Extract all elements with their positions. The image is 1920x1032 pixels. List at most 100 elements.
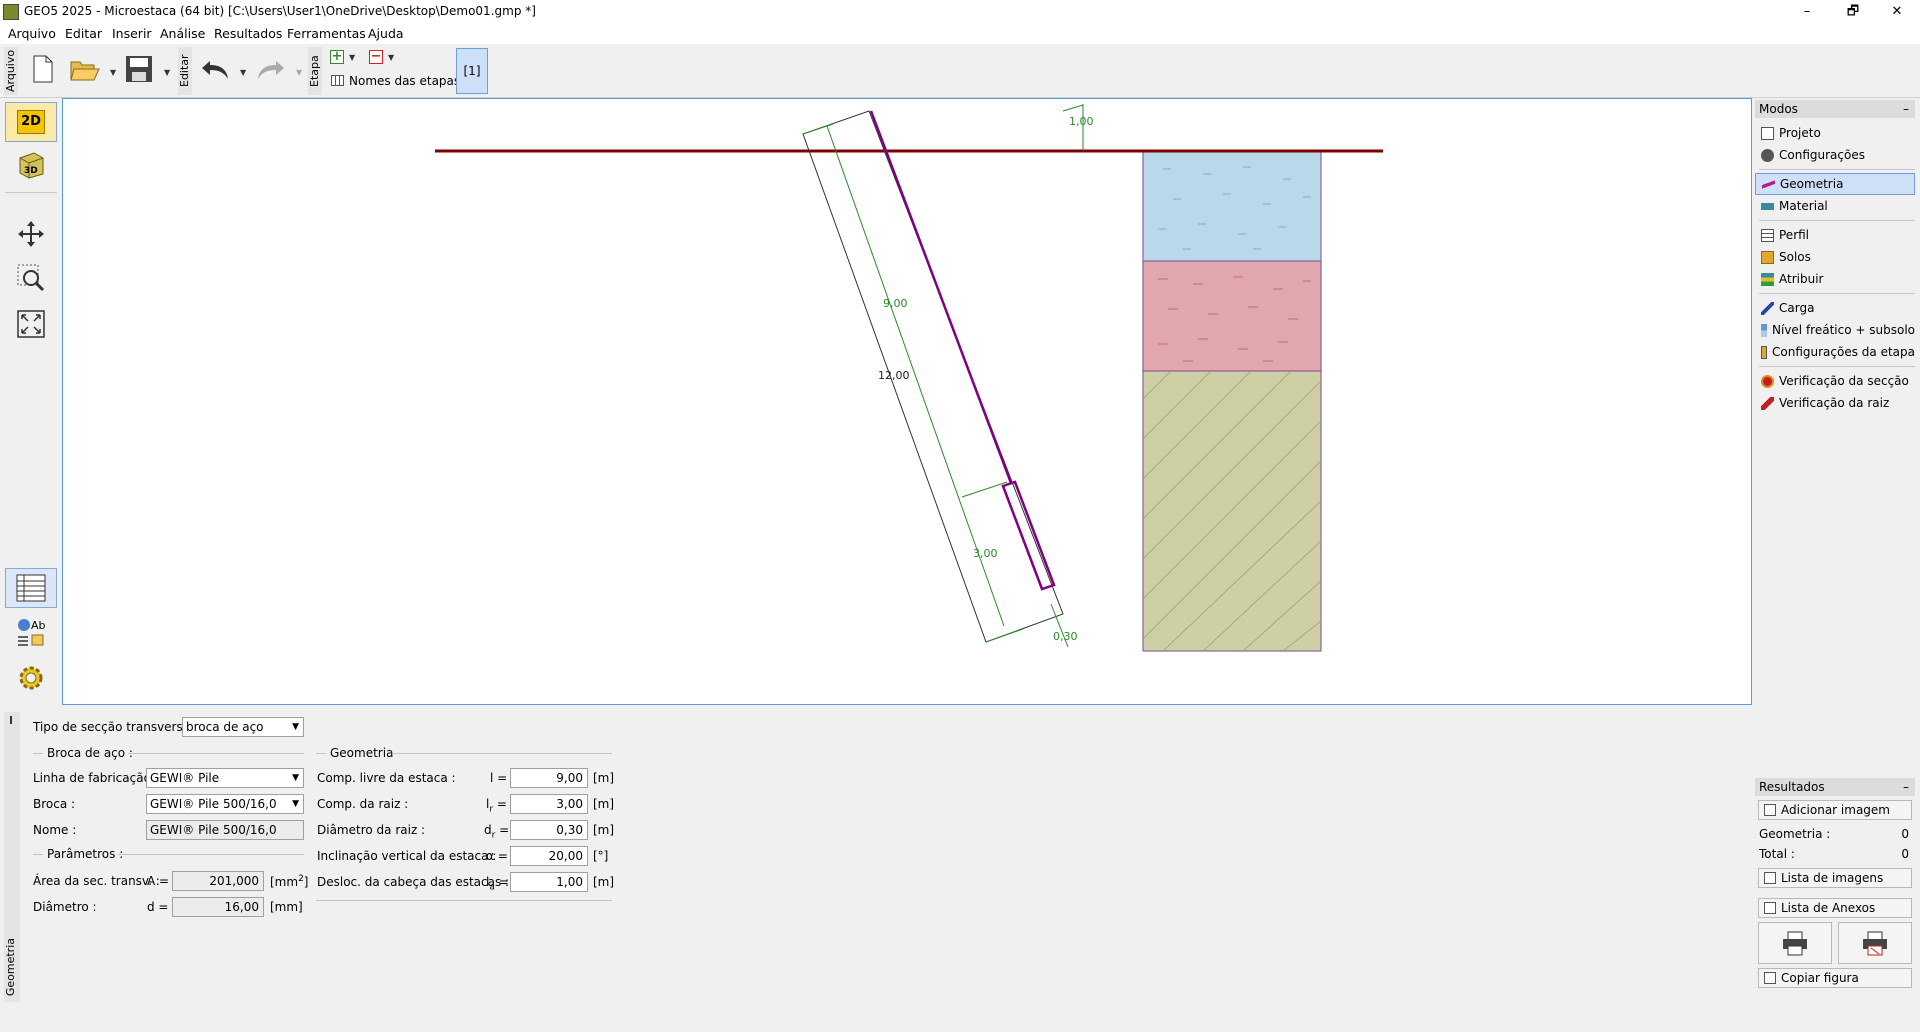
name-field[interactable]: GEWI® Pile 500/16,0 (146, 820, 304, 840)
symbol-eq: = (498, 875, 509, 889)
total-count-label: Total : (1759, 847, 1795, 861)
head-offset-unit: [m] (593, 875, 615, 889)
area-field[interactable]: 201,000 (172, 871, 264, 891)
mode-perfil[interactable]: Perfil (1755, 224, 1915, 246)
bar-label: Broca : (33, 797, 76, 811)
print-button[interactable] (1758, 922, 1832, 964)
mode-label: Verificação da secção (1779, 374, 1909, 388)
root-length-input[interactable]: 3,00 (510, 794, 588, 814)
open-dropdown-icon[interactable]: ▼ (110, 68, 116, 77)
mode-geometria[interactable]: Geometria (1755, 173, 1915, 195)
toolbar-tab-file[interactable]: Arquivo (4, 47, 18, 95)
section-type-select[interactable]: broca de aço ▼ (182, 717, 304, 737)
image-list-button[interactable]: Lista de imagens (1758, 868, 1912, 888)
add-image-icon (1764, 804, 1776, 816)
production-line-select[interactable]: GEWI® Pile ▼ (146, 768, 304, 788)
section-type-value: broca de aço (186, 720, 264, 734)
remove-stage-dropdown-icon[interactable]: ▼ (388, 53, 394, 62)
gear-icon (1761, 148, 1774, 162)
geometry-icon (1762, 177, 1775, 191)
image-list-icon (1764, 872, 1776, 884)
stage-1-button[interactable]: [1] (456, 48, 488, 94)
open-file-button[interactable] (70, 52, 100, 86)
mode-verificacao-seccao[interactable]: Verificação da secção (1755, 370, 1915, 392)
undo-button[interactable] (200, 52, 230, 86)
mode-material[interactable]: Material (1755, 195, 1915, 217)
total-count-value: 0 (1901, 847, 1909, 861)
view-3d-button[interactable]: 3D (5, 144, 57, 184)
drawing-canvas[interactable]: 9,00 12,00 3,00 0,30 1,00 (62, 98, 1752, 705)
menu-inserir[interactable]: Inserir (112, 26, 152, 41)
stage-names-button[interactable]: Nomes das etapas (349, 74, 460, 88)
pan-button[interactable] (5, 214, 57, 254)
attachments-list-button[interactable]: Lista de Anexos (1758, 898, 1912, 918)
symbol-sub: a (489, 882, 495, 893)
bar-select[interactable]: GEWI® Pile 500/16,0 ▼ (146, 794, 304, 814)
add-stage-dropdown-icon[interactable]: ▼ (349, 53, 355, 62)
free-length-input[interactable]: 9,00 (510, 768, 588, 788)
mode-label: Atribuir (1779, 272, 1824, 286)
fit-view-button[interactable] (5, 304, 57, 344)
table-view-button[interactable] (5, 568, 57, 608)
menu-editar[interactable]: Editar (65, 26, 102, 41)
undo-dropdown-icon[interactable]: ▼ (240, 68, 246, 77)
inclination-input[interactable]: 20,00 (510, 846, 588, 866)
document-icon (1761, 126, 1774, 140)
pile-outline (802, 110, 1064, 643)
diameter-field[interactable]: 16,00 (172, 897, 264, 917)
menu-arquivo[interactable]: Arquivo (8, 26, 56, 41)
maximize-button[interactable]: 🗗 (1830, 0, 1876, 24)
leftbar-divider (5, 192, 57, 193)
modes-collapse-button[interactable]: – (1903, 100, 1909, 118)
mode-projeto[interactable]: Projeto (1755, 122, 1915, 144)
print-export-button[interactable] (1838, 922, 1912, 964)
soils-icon (1761, 250, 1774, 264)
save-file-button[interactable] (124, 52, 154, 86)
minimize-button[interactable]: – (1784, 0, 1830, 24)
mode-nivel-freatico[interactable]: Nível freático + subsolo (1755, 319, 1915, 341)
form-tab-geometria[interactable]: Geometria (4, 712, 20, 1002)
area-unit-end: ] (303, 875, 309, 889)
mode-verificacao-raiz[interactable]: Verificação da raiz (1755, 392, 1915, 414)
zoom-button[interactable] (5, 258, 57, 298)
head-offset-input[interactable]: 1,00 (510, 872, 588, 892)
mode-label: Geometria (1780, 177, 1844, 191)
styles-button[interactable]: Ab (5, 612, 57, 652)
redo-dropdown-icon[interactable]: ▼ (296, 68, 302, 77)
geometry-count-value: 0 (1901, 827, 1909, 841)
mode-configuracoes[interactable]: Configurações (1755, 144, 1915, 166)
menu-resultados[interactable]: Resultados (214, 26, 282, 41)
remove-stage-icon[interactable]: − (369, 50, 383, 64)
menu-ajuda[interactable]: Ajuda (368, 26, 404, 41)
settings-button[interactable] (5, 658, 57, 698)
toolbar-tab-stage[interactable]: Etapa (308, 47, 322, 95)
material-icon (1761, 202, 1774, 210)
soil-layer-3 (1142, 370, 1322, 652)
root-diameter-input[interactable]: 0,30 (510, 820, 588, 840)
modes-header: Modos – (1755, 100, 1915, 118)
close-button[interactable]: ✕ (1874, 0, 1920, 24)
production-line-value: GEWI® Pile (150, 771, 220, 785)
mode-carga[interactable]: Carga (1755, 297, 1915, 319)
mode-solos[interactable]: Solos (1755, 246, 1915, 268)
diameter-unit: [mm] (270, 900, 303, 914)
redo-button[interactable] (256, 52, 286, 86)
add-image-button[interactable]: Adicionar imagem (1758, 800, 1912, 820)
mode-atribuir[interactable]: Atribuir (1755, 268, 1915, 290)
view-2d-button[interactable]: 2D (5, 102, 57, 142)
menu-analise[interactable]: Análise (160, 26, 205, 41)
toolbar-tab-edit[interactable]: Editar (178, 47, 192, 95)
save-dropdown-icon[interactable]: ▼ (164, 68, 170, 77)
mode-configuracoes-etapa[interactable]: Configurações da etapa (1755, 341, 1915, 363)
area-unit-base: [mm (270, 875, 299, 889)
results-collapse-button[interactable]: – (1903, 778, 1909, 796)
menu-ferramentas[interactable]: Ferramentas (287, 26, 366, 41)
add-stage-icon[interactable]: + (330, 50, 344, 64)
results-title: Resultados (1759, 780, 1825, 794)
modes-title: Modos (1759, 102, 1798, 116)
pile-root (1001, 480, 1056, 591)
copy-figure-button[interactable]: Copiar figura (1758, 968, 1912, 988)
new-file-button[interactable] (28, 52, 58, 86)
fit-view-icon (17, 310, 45, 338)
symbol-eq: = (496, 797, 507, 811)
